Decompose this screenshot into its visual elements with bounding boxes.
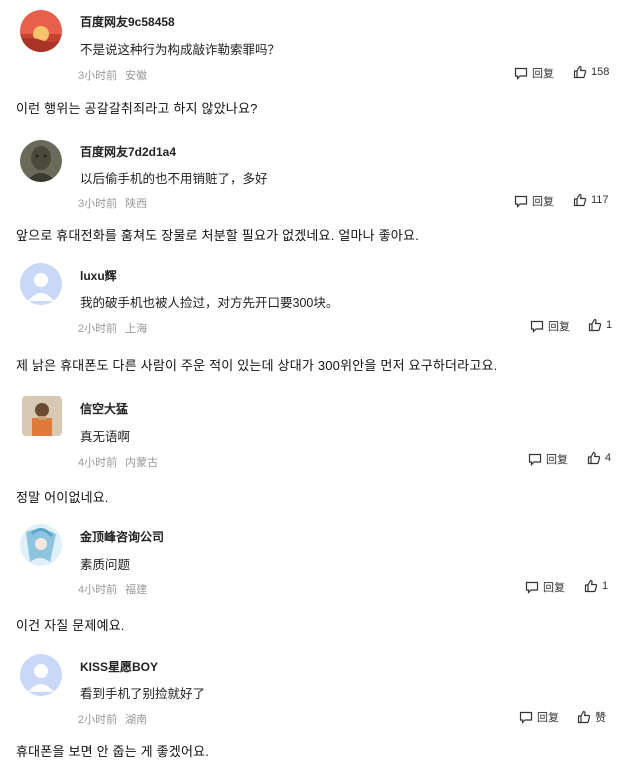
comment-time: 2小时前 (78, 714, 118, 726)
reply-button[interactable]: 回复 (530, 318, 570, 334)
comment-text: 素质问题 (80, 558, 131, 572)
reply-label: 回复 (532, 196, 554, 208)
comment-text: 不是说这种行为构成敲诈勒索罪吗？ (80, 43, 281, 57)
default-avatar-icon (20, 263, 62, 305)
avatar-statue-image (20, 140, 62, 182)
comment-meta: 2小时前 上海 (78, 320, 155, 336)
comment-actions: 回复 158 (514, 65, 614, 81)
comment-translation: 이런 행위는 공갈갈취죄라고 하지 않았나요? (16, 101, 258, 116)
comment-translation: 이건 자질 문제예요. (16, 618, 125, 633)
avatar[interactable] (20, 10, 62, 52)
comment-translation: 정말 어이없네요. (16, 490, 109, 505)
like-button[interactable]: 117 (573, 193, 609, 207)
comment-location: 上海 (125, 323, 148, 335)
like-count: 赞 (595, 712, 606, 724)
like-button[interactable]: 赞 (577, 709, 606, 725)
username[interactable]: 百度网友7d2d1a4 (80, 143, 176, 160)
comment-location: 陕西 (125, 198, 148, 210)
comment-time: 4小时前 (78, 584, 118, 596)
avatar[interactable] (20, 140, 62, 182)
comment-location: 安徽 (125, 70, 148, 82)
comment-actions: 回复 117 (514, 193, 614, 209)
thumbs-up-icon (588, 318, 602, 332)
reply-icon (519, 711, 533, 724)
username[interactable]: 金顶峰咨询公司 (80, 528, 164, 545)
comment-time: 4小时前 (78, 457, 118, 469)
like-count: 1 (606, 319, 613, 331)
avatar[interactable] (20, 263, 62, 305)
comment-meta: 2小时前 湖南 (78, 711, 155, 727)
comment-text: 看到手机了别捡就好了 (80, 687, 206, 701)
like-count: 158 (591, 66, 610, 78)
username[interactable]: 信空大猛 (80, 400, 128, 417)
thumbs-up-icon (573, 193, 587, 207)
like-count: 4 (605, 452, 612, 464)
reply-button[interactable]: 回复 (514, 193, 554, 209)
thumbs-up-icon (577, 710, 591, 724)
comment-text: 真无语啊 (80, 430, 131, 444)
like-button[interactable]: 158 (573, 65, 609, 79)
like-button[interactable]: 1 (584, 579, 608, 593)
username[interactable]: luxu辉 (80, 267, 117, 284)
comment-time: 3小时前 (78, 70, 118, 82)
reply-icon (514, 195, 528, 208)
reply-button[interactable]: 回复 (514, 65, 554, 81)
comment-translation: 휴대폰을 보면 안 줍는 게 좋겠어요. (16, 744, 210, 759)
comment-translation: 앞으로 휴대전화를 훔쳐도 장물로 처분할 필요가 없겠네요. 얼마나 좋아요. (16, 228, 419, 243)
reply-icon (528, 453, 542, 466)
reply-label: 回复 (532, 68, 554, 80)
reply-button[interactable]: 回复 (528, 451, 568, 467)
like-button[interactable]: 1 (588, 318, 612, 332)
avatar-sunset-image (20, 10, 62, 52)
comment-text: 以后偷手机的也不用销赃了，多好 (80, 172, 268, 186)
like-button[interactable]: 4 (587, 451, 611, 465)
comment-time: 2小时前 (78, 323, 118, 335)
reply-label: 回复 (543, 582, 565, 594)
thumbs-up-icon (573, 65, 587, 79)
comment-translation: 제 낡은 휴대폰도 다른 사람이 주운 적이 있는데 상대가 300위안을 먼저… (16, 358, 498, 373)
reply-label: 回复 (548, 321, 570, 333)
avatar[interactable] (20, 524, 62, 566)
comment-location: 福建 (125, 584, 148, 596)
comment-location: 内蒙古 (125, 457, 159, 469)
comment-meta: 4小时前 内蒙古 (78, 454, 166, 470)
reply-icon (514, 67, 528, 80)
username[interactable]: 百度网友9c58458 (80, 13, 175, 30)
reply-label: 回复 (546, 454, 568, 466)
reply-label: 回复 (537, 712, 559, 724)
comment-text: 我的破手机也被人捡过，对方先开口要300块。 (80, 296, 339, 310)
comment-meta: 4小时前 福建 (78, 581, 155, 597)
like-count: 1 (602, 580, 609, 592)
like-count: 117 (591, 194, 609, 206)
avatar[interactable] (20, 654, 62, 696)
comment-actions: 回复 1 (530, 318, 614, 334)
avatar-anime-image (20, 524, 62, 566)
comment-time: 3小时前 (78, 198, 118, 210)
avatar-person-image (22, 396, 62, 436)
reply-icon (525, 581, 539, 594)
comment-meta: 3小时前 陕西 (78, 195, 155, 211)
comment-actions: 回复 4 (528, 451, 614, 467)
comment-meta: 3小时前 安徽 (78, 67, 155, 83)
reply-button[interactable]: 回复 (519, 709, 559, 725)
default-avatar-icon (20, 654, 62, 696)
username[interactable]: KISS星愿BOY (80, 658, 158, 675)
avatar[interactable] (22, 396, 62, 436)
reply-button[interactable]: 回复 (525, 579, 565, 595)
thumbs-up-icon (587, 451, 601, 465)
comment-actions: 回复 赞 (519, 709, 614, 725)
thumbs-up-icon (584, 579, 598, 593)
comment-location: 湖南 (125, 714, 148, 726)
reply-icon (530, 320, 544, 333)
comment-actions: 回复 1 (525, 579, 614, 595)
